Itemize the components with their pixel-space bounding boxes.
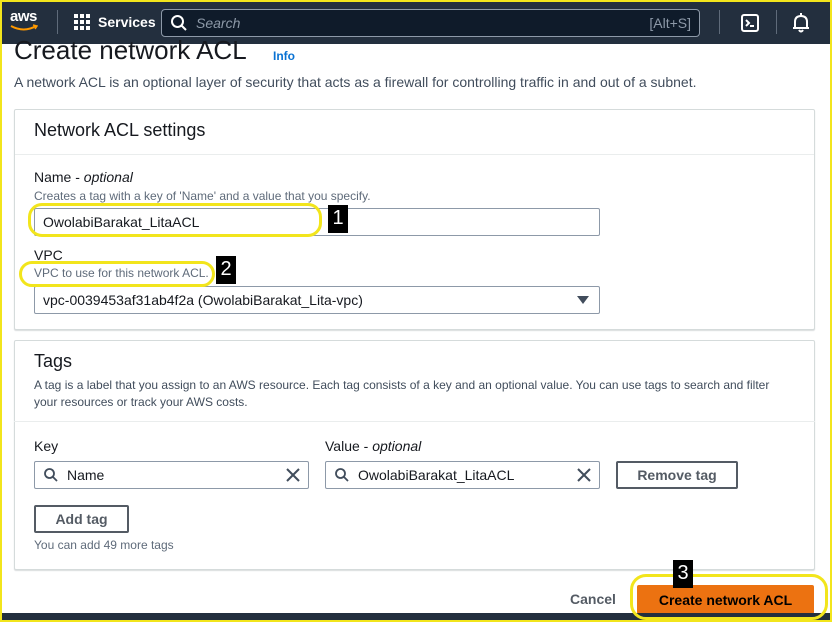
vpc-selected-value: vpc-0039453af31ab4f2a (OwolabiBarakat_Li… (43, 292, 363, 308)
vpc-select[interactable]: vpc-0039453af31ab4f2a (OwolabiBarakat_Li… (34, 286, 600, 314)
nav-divider (57, 10, 58, 34)
tag-value-input[interactable]: OwolabiBarakat_LitaACL (325, 461, 600, 489)
search-input[interactable] (196, 15, 650, 31)
clear-icon[interactable] (286, 468, 300, 482)
grid-icon (74, 14, 90, 30)
tags-description-line2: your resources or track your AWS costs. (34, 395, 248, 409)
cloudshell-icon[interactable] (740, 13, 760, 33)
search-icon (44, 468, 58, 482)
tag-key-input[interactable]: Name (34, 461, 309, 489)
services-menu-button[interactable]: Services (74, 12, 156, 32)
annotation-number-1: 1 (328, 205, 348, 233)
tag-value-label: Value - optional (325, 438, 422, 454)
aws-smile-icon (10, 24, 38, 31)
caret-down-icon (577, 296, 589, 304)
cancel-button[interactable]: Cancel (562, 589, 624, 609)
footer-bar (0, 613, 832, 622)
annotation-number-3: 3 (673, 560, 693, 588)
search-bar[interactable]: [Alt+S] (161, 9, 700, 37)
annotation-number-2: 2 (216, 256, 236, 284)
page-title: Create network ACL (14, 35, 247, 65)
tag-value-value: OwolabiBarakat_LitaACL (358, 467, 515, 483)
nav-divider (776, 10, 777, 34)
name-input[interactable] (34, 208, 600, 236)
remove-tag-button[interactable]: Remove tag (616, 461, 738, 489)
tags-divider (14, 421, 815, 422)
clear-icon[interactable] (577, 468, 591, 482)
tag-key-label: Key (34, 438, 59, 454)
tag-key-value: Name (67, 467, 105, 483)
tags-remaining-text: You can add 49 more tags (34, 538, 174, 552)
info-link[interactable]: Info (273, 49, 295, 63)
nav-divider (719, 10, 720, 34)
create-network-acl-button[interactable]: Create network ACL (637, 585, 814, 614)
search-icon (171, 15, 187, 31)
search-shortcut-hint: [Alt+S] (649, 15, 691, 31)
add-tag-button[interactable]: Add tag (34, 505, 129, 533)
search-icon (335, 468, 349, 482)
name-field-description: Creates a tag with a key of 'Name' and a… (34, 189, 371, 203)
tags-description-line1: A tag is a label that you assign to an A… (34, 378, 770, 392)
page-description: A network ACL is an optional layer of se… (14, 74, 697, 90)
vpc-field-label: VPC (34, 247, 63, 263)
tags-panel: Tags (14, 340, 815, 570)
services-label: Services (98, 14, 156, 30)
settings-header: Network ACL settings (15, 110, 814, 155)
aws-logo[interactable]: aws (10, 9, 44, 35)
name-field-label: Name - optional (34, 169, 133, 185)
vpc-field-description: VPC to use for this network ACL. (34, 266, 209, 280)
notifications-bell-icon[interactable] (790, 12, 812, 34)
